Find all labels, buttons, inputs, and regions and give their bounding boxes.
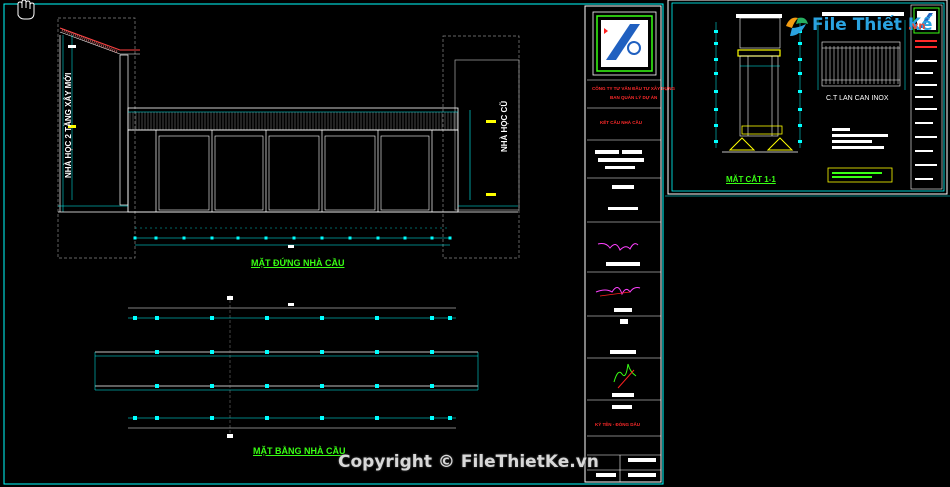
elevation-drawing [57, 17, 520, 259]
hand-cursor-icon [14, 0, 36, 20]
copyright-watermark: Copyright © FileThietKe.vn [338, 452, 599, 472]
section-title: MẶT CẮT 1-1 [726, 175, 776, 184]
logo-suffix: .vn [908, 21, 926, 32]
titleblock-project: BAN QUẢN LÝ DỰ ÁN [610, 95, 658, 100]
titleblock-signature-label: KÝ TÊN - ĐÓNG DẤU [595, 422, 640, 427]
elevation-title: MẶT ĐỨNG NHÀ CẦU [251, 258, 345, 268]
plan-drawing [94, 295, 479, 440]
titleblock-main [587, 11, 661, 482]
titleblock-org: CÔNG TY TƯ VẤN ĐẦU TƯ XÂY DỰNG [592, 86, 676, 91]
main-sheet [3, 3, 664, 485]
filethietke-logo-icon [784, 14, 810, 38]
right-building-label: NHÀ HỌC CŨ [500, 100, 509, 152]
titleblock-drawing: KẾT CẤU NHÀ CẦU [600, 120, 642, 125]
cad-drawing-canvas[interactable] [0, 0, 950, 487]
left-building-label: NHÀ HỌC 2 TẦNG XÂY MỚI [64, 72, 73, 178]
plan-title: MẶT BẰNG NHÀ CẦU [253, 446, 346, 456]
railing-title: C.T LAN CAN INOX [826, 95, 889, 102]
